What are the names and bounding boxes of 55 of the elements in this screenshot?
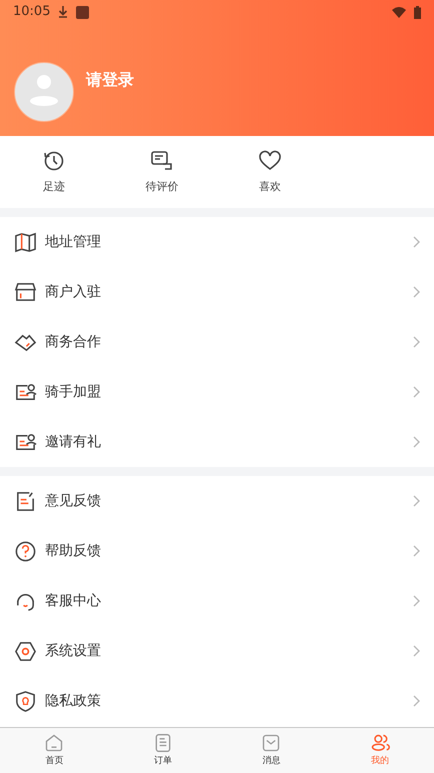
- chevron-icon: [413, 645, 420, 657]
- battery-icon: [414, 6, 421, 18]
- wifi-icon: [392, 6, 406, 18]
- menu-label: 地址管理: [45, 232, 102, 252]
- menu-label: 客服中心: [45, 592, 102, 610]
- chevron-icon: [413, 545, 420, 557]
- chevron-icon: [413, 436, 420, 448]
- menu-label: 邀请有礼: [45, 432, 102, 452]
- menu-label: 骑手加盟: [45, 382, 102, 402]
- chevron-icon: [413, 336, 420, 348]
- menu-item[interactable]: 商务合作: [0, 317, 434, 367]
- map-icon: [14, 230, 37, 254]
- help-icon: [14, 540, 37, 562]
- menu-item[interactable]: 地址管理: [0, 217, 434, 267]
- menu-label: 系统设置: [45, 642, 102, 660]
- tab[interactable]: 消息: [217, 728, 326, 773]
- shortcut-button[interactable]: 喜欢: [216, 148, 324, 196]
- menu-item[interactable]: 骑手加盟: [0, 367, 434, 417]
- shield-icon: [14, 690, 37, 712]
- menu-item[interactable]: 意见反馈: [0, 476, 434, 526]
- avatar-icon: [14, 62, 74, 122]
- menu-label: 意见反馈: [45, 492, 102, 510]
- app-icon: [76, 6, 90, 18]
- download-icon: [58, 6, 68, 18]
- home-icon: [44, 732, 64, 753]
- envelope-icon: [261, 732, 282, 753]
- document-icon: [152, 732, 173, 753]
- menu-item[interactable]: 隐私政策: [0, 676, 434, 726]
- note-icon: [14, 490, 37, 512]
- menu-item[interactable]: 系统设置: [0, 626, 434, 676]
- chevron-icon: [413, 236, 420, 248]
- heart-icon: [258, 148, 282, 173]
- chevron-icon: [413, 595, 420, 607]
- menu-label: 商户入驻: [45, 282, 102, 302]
- users-icon: [370, 732, 390, 753]
- menu-item[interactable]: 商户入驻: [0, 267, 434, 317]
- store-icon: [14, 280, 37, 304]
- shortcut-button[interactable]: 待评价: [108, 148, 216, 196]
- menu-label: 商务合作: [45, 332, 102, 352]
- tab[interactable]: 首页: [0, 728, 108, 773]
- settings-icon: [14, 640, 37, 662]
- chevron-icon: [413, 386, 420, 398]
- chevron-icon: [413, 695, 420, 707]
- chevron-icon: [413, 495, 420, 507]
- tab[interactable]: 订单: [108, 728, 217, 773]
- status-time: 10:05: [13, 3, 50, 22]
- menu-label: 帮助反馈: [45, 542, 102, 560]
- menu-item[interactable]: 邀请有礼: [0, 417, 434, 467]
- chevron-icon: [413, 286, 420, 298]
- clock-icon: [42, 148, 66, 173]
- chat-icon: [150, 148, 174, 173]
- shortcut-button[interactable]: 足迹: [0, 148, 108, 196]
- menu-label: 隐私政策: [45, 692, 102, 710]
- menu-item[interactable]: 帮助反馈: [0, 526, 434, 576]
- menu-item[interactable]: 客服中心: [0, 576, 434, 626]
